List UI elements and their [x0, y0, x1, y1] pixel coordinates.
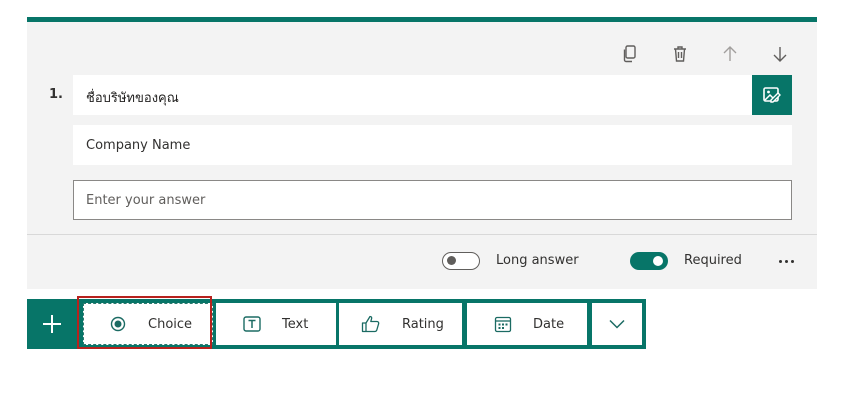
more-options-icon[interactable] [774, 249, 798, 273]
long-answer-label: Long answer [496, 253, 579, 268]
add-rating-button[interactable]: Rating [339, 303, 462, 345]
selection-highlight [77, 296, 212, 349]
add-date-button[interactable]: Date [467, 303, 587, 345]
add-new-button[interactable] [27, 299, 77, 349]
more-types-button[interactable] [592, 303, 642, 345]
rating-label: Rating [402, 316, 444, 332]
chevron-down-icon [609, 319, 625, 329]
question-subtitle-text: Company Name [86, 138, 191, 153]
text-label: Text [282, 316, 309, 332]
calendar-icon [493, 315, 513, 333]
insert-media-button[interactable] [752, 75, 792, 115]
move-down-icon[interactable] [767, 41, 793, 67]
required-toggle[interactable] [630, 252, 668, 270]
question-title-field[interactable]: ชื่อบริษัทของคุณ [73, 75, 752, 115]
date-label: Date [533, 316, 565, 332]
toggle-knob [447, 256, 456, 265]
answer-input[interactable]: Enter your answer [73, 180, 792, 220]
card-accent-bar [27, 17, 817, 22]
toggle-knob [653, 256, 663, 266]
add-text-button[interactable]: Text [216, 303, 336, 345]
thumbs-up-icon [361, 315, 381, 333]
copy-icon[interactable] [617, 41, 643, 67]
text-box-icon [242, 316, 262, 332]
move-up-icon[interactable] [717, 41, 743, 67]
required-label: Required [684, 253, 742, 268]
image-edit-icon [763, 87, 781, 103]
long-answer-toggle[interactable] [442, 252, 480, 270]
plus-icon [43, 315, 61, 333]
question-number: 1. [49, 87, 63, 102]
delete-icon[interactable] [667, 41, 693, 67]
card-divider [27, 234, 817, 235]
question-card: 1. ชื่อบริษัทของคุณ Company Name Enter y… [27, 17, 817, 289]
question-subtitle-field[interactable]: Company Name [73, 125, 792, 165]
question-title-text: ชื่อบริษัทของคุณ [86, 91, 179, 106]
answer-placeholder: Enter your answer [86, 193, 206, 208]
